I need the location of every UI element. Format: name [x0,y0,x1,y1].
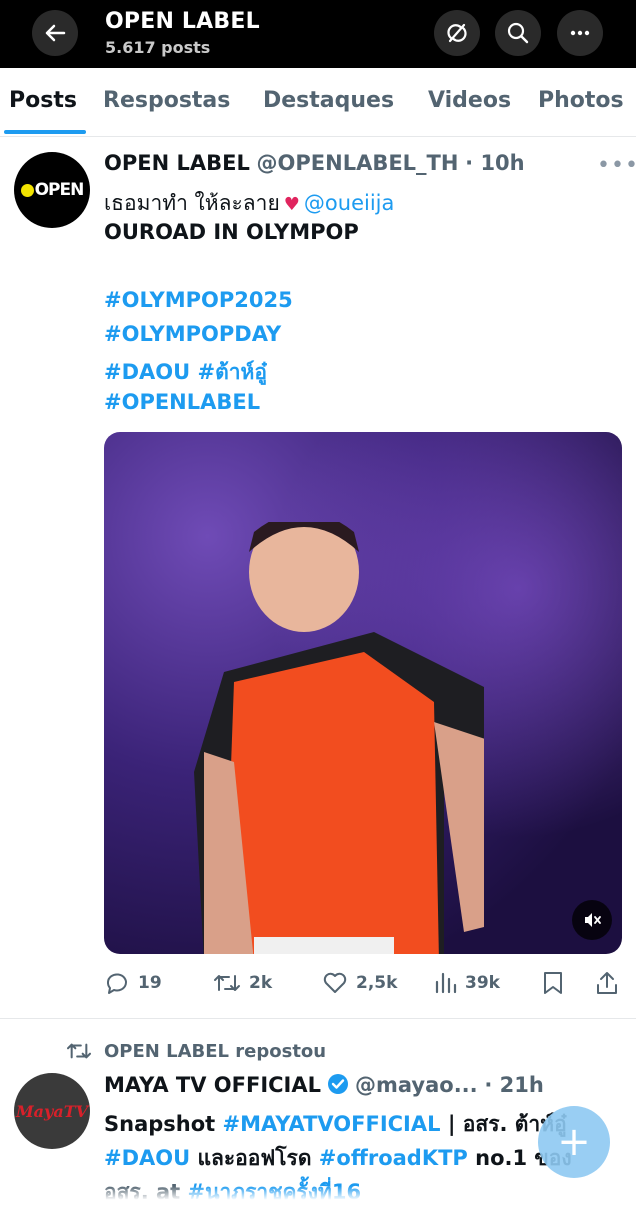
post-header: OPEN LABEL @OPENLABEL_TH · 10h [104,151,525,175]
bottom-fade [0,1186,636,1200]
volume-mute-icon [585,913,601,927]
avatar[interactable]: OPEN [14,152,90,228]
hashtag-link[interactable]: #OLYMPOPDAY [104,322,281,346]
open-label-logo: OPEN [20,180,84,200]
post-divider [0,1018,636,1019]
post-time: · 10h [465,151,525,175]
mayatv-logo: MayaTV [15,1101,89,1121]
more-button[interactable] [557,10,603,56]
posts-count: 5.617 posts [105,38,211,57]
search-icon [507,22,529,44]
reply-icon [106,973,127,994]
more-icon [570,30,590,36]
share-icon [597,972,617,994]
tab-photos[interactable]: Photos [538,88,624,113]
post-text-line1: Snapshot #MAYATVOFFICIAL | อสร. ต้าห์อู๋ [104,1112,567,1136]
compose-fab-button[interactable]: + [538,1106,610,1178]
avatar[interactable]: MayaTV [14,1073,90,1149]
heart-on-fire-icon: ♥ [283,194,300,215]
hashtag-link[interactable]: #OLYMPOP2025 [104,288,293,312]
sync-button[interactable] [434,10,480,56]
active-tab-indicator [4,130,86,134]
back-button[interactable] [32,10,78,56]
post-video[interactable] [104,432,622,954]
verified-badge-icon [328,1074,349,1094]
hashtag-link[interactable]: #MAYATVOFFICIAL [223,1112,441,1136]
bookmark-icon [544,972,562,994]
hashtag-link[interactable]: #DAOU [104,1146,190,1170]
tab-videos[interactable]: Videos [428,88,511,113]
search-button[interactable] [495,10,541,56]
post-more-icon[interactable]: ••• [597,153,636,178]
post-header: MAYA TV OFFICIAL @mayao... · 21h [104,1073,544,1097]
tab-respostas[interactable]: Respostas [103,88,230,113]
profile-title: OPEN LABEL [105,9,260,34]
author-handle[interactable]: @mayao... [355,1073,478,1097]
hashtag-link[interactable]: #offroadKTP [319,1146,468,1170]
like-button[interactable]: 2,5k [322,970,397,996]
top-bar: OPEN LABEL 5.617 posts [0,0,636,68]
repost-label[interactable]: OPEN LABEL repostou [104,1041,326,1062]
profile-tabs: Posts Respostas Destaques Videos Photos [0,68,636,137]
repost-button[interactable]: 2k [213,970,272,996]
author-name[interactable]: MAYA TV OFFICIAL [104,1073,321,1097]
mention-link[interactable]: @oueiija [304,191,394,215]
mute-button[interactable] [572,900,612,940]
repost-icon [66,1043,92,1059]
post-text-line2: #DAOU และออฟโรด #offroadKTP no.1 ของ [104,1146,572,1170]
hashtag-link[interactable]: #DAOU [104,360,190,384]
reply-button[interactable]: 19 [104,970,162,996]
views-button[interactable]: 39k [433,970,500,996]
repost-icon [214,975,240,991]
hashtag-link[interactable]: #ต้าห์อู๋ [198,360,267,384]
arrow-left-icon [45,24,66,42]
post-time: · 21h [484,1073,544,1097]
plus-icon: + [557,1119,591,1165]
tab-posts[interactable]: Posts [9,88,77,113]
sync-off-icon [447,23,467,43]
share-button[interactable] [595,970,627,996]
author-name[interactable]: OPEN LABEL [104,151,250,175]
post-text-line2: OUROAD IN OLYMPOP [104,220,359,244]
post-text-line1: เธอมาทำ ให้ละลาย ♥ @oueiija [104,191,395,215]
views-chart-icon [435,972,457,994]
post-actions: 19 2k 2,5k 39k [0,970,636,1000]
hashtag-row: #DAOU #ต้าห์อู๋ [104,356,267,389]
repost-indicator: OPEN LABEL repostou [66,1040,326,1062]
performer-image [194,522,484,954]
author-handle[interactable]: @OPENLABEL_TH [257,151,459,175]
tab-destaques[interactable]: Destaques [263,88,394,113]
heart-icon [323,972,347,993]
bookmark-button[interactable] [542,970,572,996]
hashtag-link[interactable]: #OPENLABEL [104,390,260,414]
